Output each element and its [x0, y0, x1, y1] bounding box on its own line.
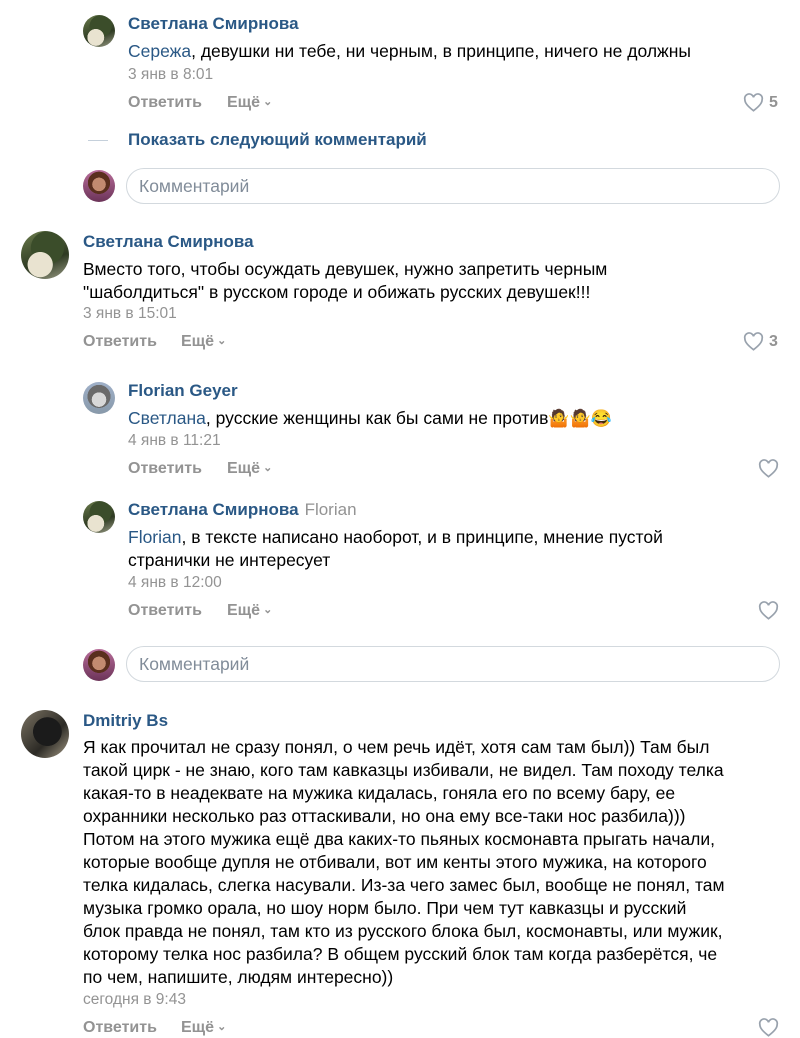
comment-author[interactable]: Florian Geyer — [128, 381, 238, 401]
current-user-avatar[interactable] — [83, 170, 115, 202]
chevron-down-icon: ⌄ — [263, 96, 273, 108]
comment-text-line: музыка громко орала, но шоу норм было. П… — [83, 898, 687, 918]
show-next-comment-link[interactable]: Показать следующий комментарий — [128, 130, 427, 150]
mention-link[interactable]: Сережа — [128, 41, 191, 61]
reply-to-link[interactable]: Florian — [305, 500, 357, 519]
comment-author[interactable]: Светлана Смирнова — [83, 232, 254, 252]
reply-button[interactable]: Ответить — [128, 460, 202, 478]
comment-text-line: странички не интересует — [128, 550, 331, 570]
comment-date[interactable]: сегодня в 9:43 — [83, 991, 186, 1009]
comment-text-line: Florian, в тексте написано наоборот, и в… — [128, 526, 663, 549]
avatar[interactable] — [83, 501, 115, 533]
heart-icon — [743, 332, 764, 351]
comment-text-line: телка кидалась, слегка насували. Из-за ч… — [83, 875, 725, 895]
chevron-down-icon: ⌄ — [217, 335, 227, 347]
comment-text-line: "шаболдиться" в русском городе и обижать… — [83, 282, 591, 302]
comment-input[interactable] — [127, 169, 779, 203]
like-button[interactable] — [758, 1018, 784, 1037]
comment-author[interactable]: Dmitriy Bs — [83, 711, 168, 731]
comment-text-line: такой цирк - не знаю, кого там кавказцы … — [83, 760, 724, 780]
mention-link[interactable]: Светлана — [128, 408, 206, 428]
comment-text-line: которому телка нос разбила? В общем русс… — [83, 944, 718, 964]
avatar[interactable] — [83, 15, 115, 47]
more-button[interactable]: Ещё ⌄ — [227, 460, 272, 478]
avatar[interactable] — [21, 231, 69, 279]
comment-text: Сережа, девушки ни тебе, ни черным, в пр… — [128, 40, 691, 63]
more-label: Ещё — [227, 94, 261, 111]
comment-text-line: по чем, напишите, людям интересно)) — [83, 967, 394, 987]
more-button[interactable]: Ещё ⌄ — [181, 1019, 226, 1037]
avatar[interactable] — [21, 710, 69, 758]
chevron-down-icon: ⌄ — [263, 604, 273, 616]
more-button[interactable]: Ещё ⌄ — [227, 602, 272, 620]
chevron-down-icon: ⌄ — [263, 462, 273, 474]
comment-text: Вместо того, чтобы осуждать девушек, нуж… — [83, 258, 607, 304]
avatar[interactable] — [83, 382, 115, 414]
comment-text: Florian, в тексте написано наоборот, и в… — [128, 526, 663, 572]
more-button[interactable]: Ещё ⌄ — [227, 94, 272, 112]
chevron-down-icon: ⌄ — [217, 1021, 227, 1033]
heart-icon — [758, 459, 779, 478]
like-button[interactable] — [758, 601, 784, 620]
heart-icon — [758, 601, 779, 620]
comment-text-body: , девушки ни тебе, ни черным, в принципе… — [191, 41, 691, 61]
heart-icon — [743, 93, 764, 112]
comment-text-line: Вместо того, чтобы осуждать девушек, нуж… — [83, 259, 608, 279]
reply-button[interactable]: Ответить — [83, 333, 157, 351]
current-user-avatar[interactable] — [83, 649, 115, 681]
comment-text: Я как прочитал не сразу понял, о чем реч… — [83, 736, 725, 989]
comment-input[interactable] — [127, 647, 779, 681]
comment-date[interactable]: 4 янв в 11:21 — [128, 432, 221, 450]
comment-date[interactable]: 4 янв в 12:00 — [128, 574, 222, 592]
heart-icon — [758, 1018, 779, 1037]
more-label: Ещё — [227, 602, 261, 619]
comment-text-line: охранники несколько раз оттаскивали, но … — [83, 806, 686, 826]
like-button[interactable] — [758, 459, 784, 478]
more-button[interactable]: Ещё ⌄ — [181, 333, 226, 351]
divider — [88, 140, 108, 141]
comment-author[interactable]: Светлана Смирнова — [128, 14, 299, 34]
comment-text-body: , русские женщины как бы сами не против — [205, 408, 549, 428]
more-label: Ещё — [181, 333, 215, 350]
more-label: Ещё — [181, 1019, 215, 1036]
comment-date[interactable]: 3 янв в 15:01 — [83, 305, 177, 323]
reply-button[interactable]: Ответить — [83, 1019, 157, 1037]
comment-text: Светлана, русские женщины как бы сами не… — [128, 407, 612, 430]
like-button[interactable]: 5 — [743, 93, 778, 112]
comment-text-line: какая-то в неадеквате на мужика кидалась… — [83, 783, 676, 803]
comment-input-box[interactable] — [126, 168, 780, 204]
reply-button[interactable]: Ответить — [128, 602, 202, 620]
like-count: 5 — [769, 93, 778, 111]
mention-link[interactable]: Florian — [128, 527, 182, 547]
like-count: 3 — [769, 332, 778, 350]
comment-author-name[interactable]: Светлана Смирнова — [128, 500, 299, 519]
like-button[interactable]: 3 — [743, 332, 778, 351]
more-label: Ещё — [227, 460, 261, 477]
comment-author: Светлана Смирнова Florian — [128, 500, 357, 520]
comment-text-line: которые вообще дупля не отбивали, вот им… — [83, 852, 707, 872]
comment-text-body: , в тексте написано наоборот, и в принци… — [181, 527, 663, 547]
comment-input-box[interactable] — [126, 646, 780, 682]
emoji-group: 🤷🤷😂 — [548, 409, 612, 428]
reply-button[interactable]: Ответить — [128, 94, 202, 112]
comment-text-line: Я как прочитал не сразу понял, о чем реч… — [83, 737, 710, 757]
comment-text-line: Потом на этого мужика ещё два каких-то п… — [83, 829, 716, 849]
comment-date[interactable]: 3 янв в 8:01 — [128, 66, 213, 84]
comment-text-line: блок правда не понял, там кто из русског… — [83, 921, 723, 941]
